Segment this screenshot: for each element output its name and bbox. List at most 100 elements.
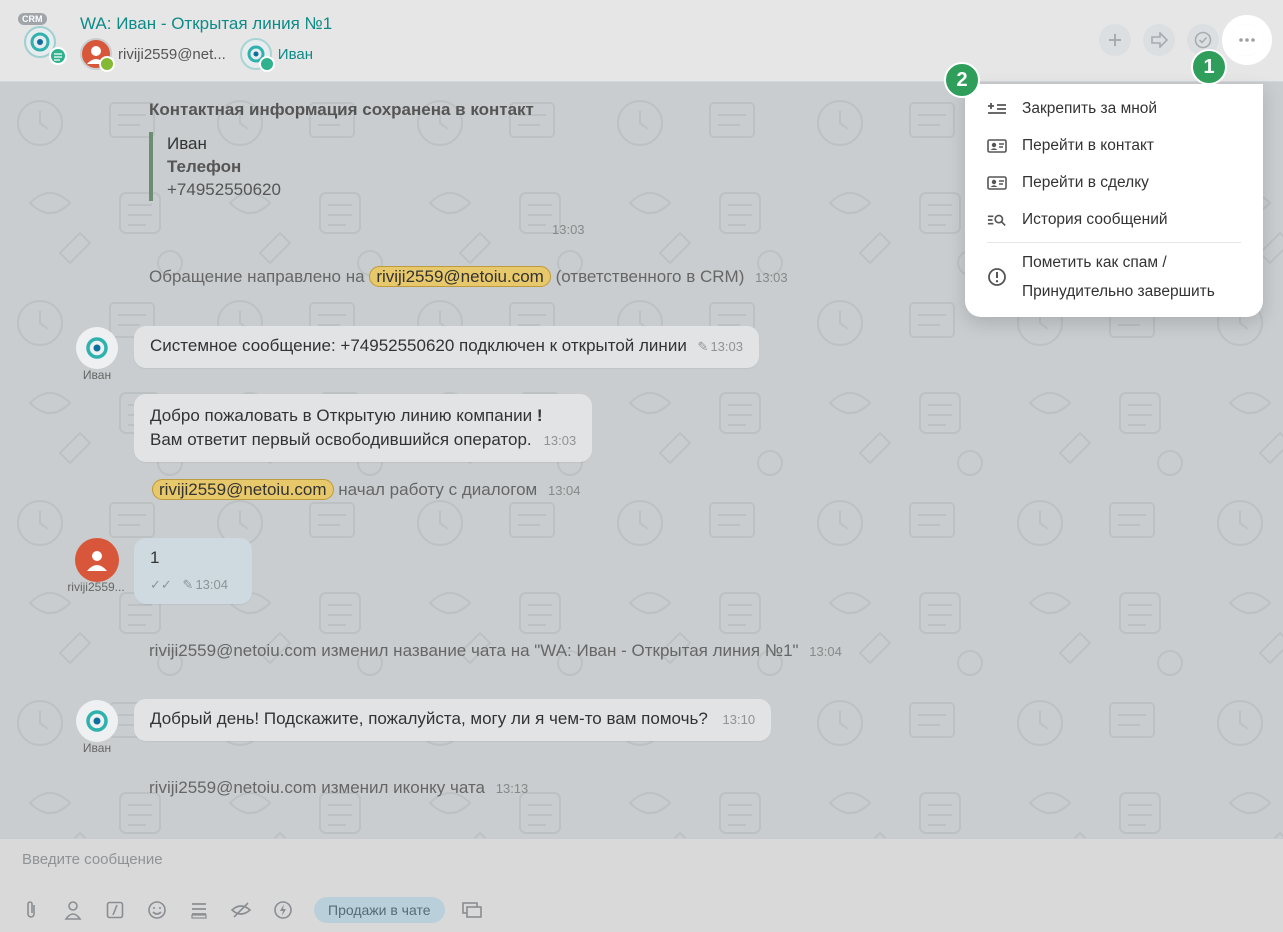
read-check-icon: ✓✓ xyxy=(150,577,172,592)
menu-divider xyxy=(987,242,1241,243)
warning-circle-icon xyxy=(987,268,1007,286)
renamed-message: riviji2559@netoiu.com изменил название ч… xyxy=(149,641,842,661)
client-avatar xyxy=(239,38,275,72)
operator-avatar xyxy=(80,38,115,72)
forward-button[interactable] xyxy=(1143,24,1175,56)
deal-card-icon xyxy=(987,175,1007,191)
message-bubble[interactable]: 1 ✓✓ ✎ 13:04 xyxy=(134,538,252,604)
chat-members: riviji2559@net... Иван xyxy=(80,38,327,72)
operator-avatar[interactable] xyxy=(75,538,119,582)
pin-list-icon xyxy=(987,101,1007,117)
message-input[interactable]: Введите сообщение xyxy=(22,851,163,868)
message-text: Добрый день! Подскажите, пожалуйста, мог… xyxy=(150,709,708,728)
redirect-message: Обращение направлено на riviji2559@netoi… xyxy=(149,266,788,287)
member-name: riviji2559@net... xyxy=(118,45,226,63)
author-name: riviji2559... xyxy=(67,580,125,594)
redirect-suffix: (ответственного в CRM) xyxy=(555,267,745,286)
message-bubble[interactable]: Системное сообщение: +74952550620 подклю… xyxy=(134,326,759,368)
hidden-message-button[interactable] xyxy=(230,899,252,921)
more-button[interactable] xyxy=(1222,15,1272,65)
contact-phone-label: Телефон xyxy=(167,157,242,176)
contact-saved-title: Контактная информация сохранена в контак… xyxy=(149,100,534,119)
add-user-button[interactable] xyxy=(1099,24,1131,56)
message-time: 13:04 xyxy=(547,483,581,498)
history-search-icon xyxy=(987,212,1007,228)
contact-saved-message: Контактная информация сохранена в контак… xyxy=(149,100,534,201)
message-text: 1 xyxy=(150,548,160,567)
open-line-icon xyxy=(86,337,108,359)
menu-item-pin[interactable]: Закрепить за мной xyxy=(965,90,1263,127)
operator-mention[interactable]: riviji2559@netoiu.com xyxy=(152,479,334,500)
smile-icon xyxy=(148,901,166,919)
contact-phone[interactable]: +74952550620 xyxy=(167,178,534,201)
menu-item-label: Перейти в контакт xyxy=(1022,136,1154,154)
member-name: Иван xyxy=(277,45,313,63)
chat-header: CRM WA: Иван - Открытая линия №1 riviji2… xyxy=(0,0,1283,82)
menu-item-history[interactable]: История сообщений xyxy=(965,201,1263,238)
quick-answers-button[interactable] xyxy=(188,899,210,921)
spam-label-line1: Пометить как спам / xyxy=(1022,254,1167,271)
author-name: Иван xyxy=(82,368,112,382)
menu-item-spam[interactable]: Пометить как спам / Принудительно заверш… xyxy=(965,247,1263,307)
callout-badge-2: 2 xyxy=(944,62,980,98)
edited-pencil-icon: ✎ xyxy=(697,339,709,354)
composer-toolbar: Продажи в чате xyxy=(20,897,503,923)
user-silhouette-icon xyxy=(87,551,107,571)
exclamation: ! xyxy=(536,406,543,425)
more-dots-icon xyxy=(1239,38,1255,42)
spam-label-line2: Принудительно завершить xyxy=(1022,283,1215,300)
person-icon xyxy=(64,901,82,920)
menu-item-label: Пометить как спам / Принудительно заверш… xyxy=(1022,248,1215,306)
contact-button[interactable] xyxy=(62,899,84,921)
screen-share-button[interactable] xyxy=(461,899,483,921)
crown-icon xyxy=(99,56,115,72)
eye-crossed-icon xyxy=(230,902,252,918)
menu-item-contact[interactable]: Перейти в контакт xyxy=(965,127,1263,164)
open-line-icon xyxy=(86,710,108,732)
started-message: riviji2559@netoiu.com начал работу с диа… xyxy=(152,479,581,500)
more-actions-menu: Закрепить за мной Перейти в контакт Пере… xyxy=(965,84,1263,317)
automation-button[interactable] xyxy=(272,899,294,921)
message-bubble[interactable]: Добрый день! Подскажите, пожалуйста, мог… xyxy=(134,699,772,741)
emoji-button[interactable] xyxy=(146,899,168,921)
menu-item-deal[interactable]: Перейти в сделку xyxy=(965,164,1263,201)
message-time: 13:04 xyxy=(195,577,228,592)
operator-mention[interactable]: riviji2559@netoiu.com xyxy=(369,266,551,287)
message-text: Вам ответит первый освободившийся операт… xyxy=(150,430,532,449)
plus-icon xyxy=(1109,34,1121,46)
callout-badge-1: 1 xyxy=(1191,49,1227,85)
message-time: 13:03 xyxy=(755,270,788,285)
whatsapp-badge-icon xyxy=(258,56,275,72)
message-time: 13:13 xyxy=(495,781,529,796)
ivan-avatar[interactable] xyxy=(76,327,118,369)
member-client[interactable]: Иван xyxy=(239,38,313,72)
message-time: 13:10 xyxy=(722,712,756,727)
redirect-prefix: Обращение направлено на xyxy=(149,267,365,286)
header-actions xyxy=(1087,15,1272,65)
contact-card-icon xyxy=(987,138,1007,154)
paperclip-icon xyxy=(27,901,35,918)
icon-changed-text: riviji2559@netoiu.com изменил иконку чат… xyxy=(149,778,485,797)
author-name: Иван xyxy=(82,741,112,755)
message-time: 13:04 xyxy=(809,644,842,659)
edited-pencil-icon: ✎ xyxy=(182,577,194,592)
chat-title[interactable]: WA: Иван - Открытая линия №1 xyxy=(80,14,332,34)
message-bubble[interactable]: Добро пожаловать в Открытую линию компан… xyxy=(134,394,593,462)
attach-button[interactable] xyxy=(20,899,42,921)
ivan-avatar[interactable] xyxy=(76,700,118,742)
menu-item-label: Закрепить за мной xyxy=(1022,99,1158,117)
windows-icon xyxy=(461,902,482,918)
renamed-text: riviji2559@netoiu.com изменил название ч… xyxy=(149,641,799,660)
started-text: начал работу с диалогом xyxy=(338,480,538,499)
member-operator[interactable]: riviji2559@net... xyxy=(80,38,226,72)
sales-in-chat-button[interactable]: Продажи в чате xyxy=(314,897,445,923)
lightning-icon xyxy=(274,901,292,919)
forward-arrow-icon xyxy=(1151,32,1168,48)
menu-item-label: История сообщений xyxy=(1022,210,1168,228)
message-composer: Введите сообщение Продажи в чате xyxy=(0,838,1283,932)
message-text: Добро пожаловать в Открытую линию компан… xyxy=(150,406,533,425)
check-circle-icon xyxy=(1194,31,1212,49)
commands-button[interactable] xyxy=(104,899,126,921)
message-text: Системное сообщение: +74952550620 подклю… xyxy=(150,336,687,355)
icon-changed-message: riviji2559@netoiu.com изменил иконку чат… xyxy=(149,778,528,798)
